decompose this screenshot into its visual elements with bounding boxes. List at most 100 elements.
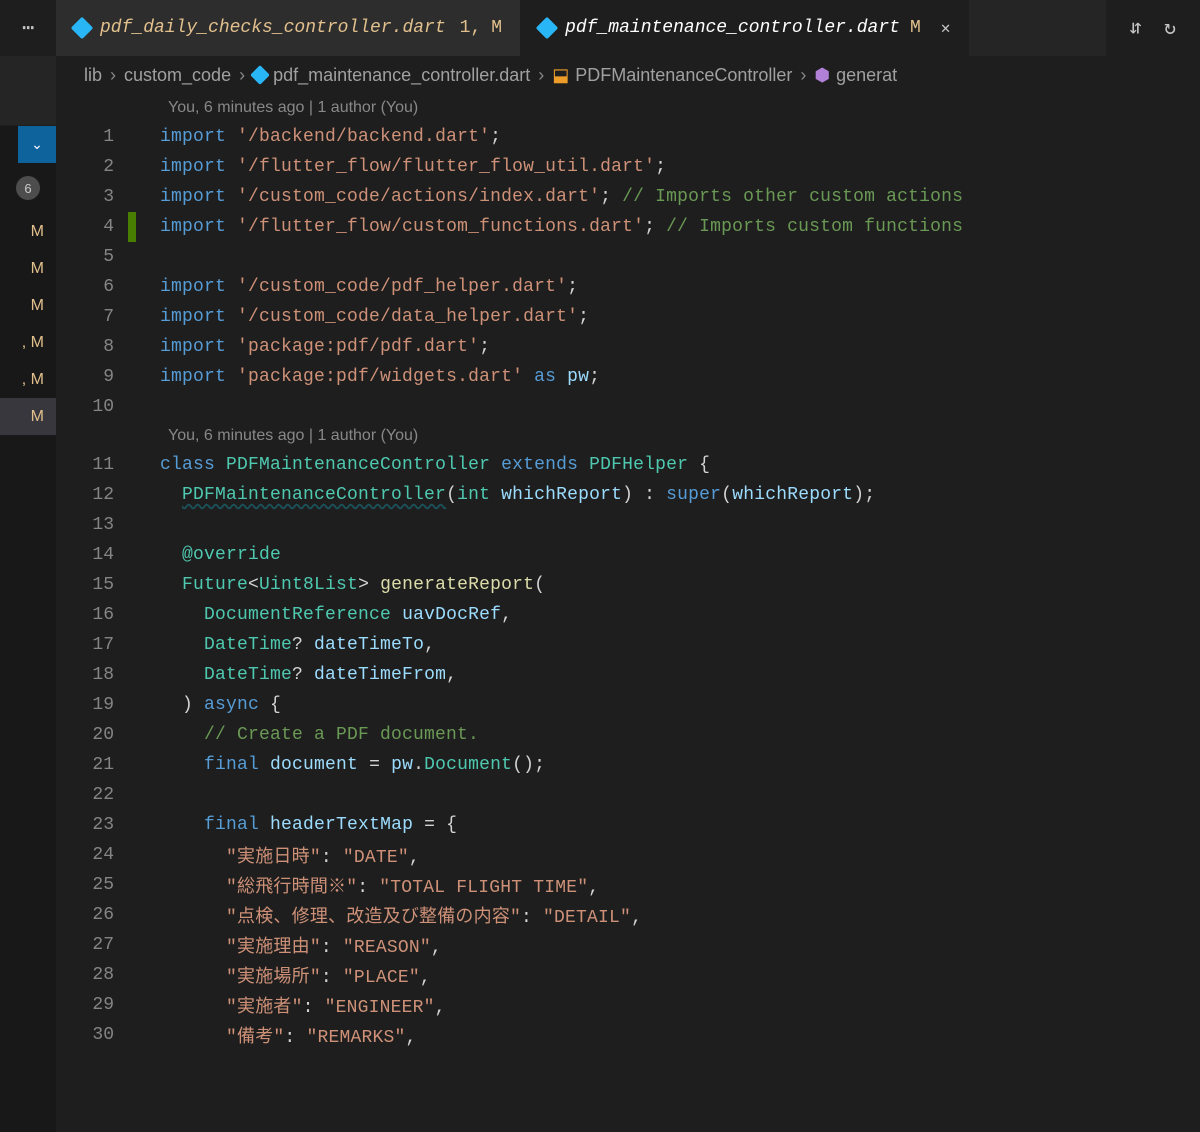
codelens-authors[interactable]: You, 6 minutes ago | 1 author (You) [56,422,1200,450]
tab-label: pdf_maintenance_controller.dart [565,18,900,38]
code-content: ) async { [136,695,281,715]
dart-file-icon [71,17,94,40]
code-line[interactable]: 1import '/backend/backend.dart'; [56,122,1200,152]
refresh-icon[interactable]: ↻ [1164,15,1176,41]
strip-modified-selected[interactable]: M [0,398,56,435]
breadcrumb-item[interactable]: lib [84,65,102,86]
code-line[interactable]: 16 DocumentReference uavDocRef, [56,600,1200,630]
line-number: 20 [56,725,128,745]
code-line[interactable]: 3import '/custom_code/actions/index.dart… [56,182,1200,212]
code-line[interactable]: 19 ) async { [56,690,1200,720]
line-number: 4 [56,217,128,237]
code-line[interactable]: 10 [56,392,1200,422]
code-line[interactable]: 9 import 'package:pdf/widgets.dart' as pw… [56,362,1200,392]
gutter-spacer [128,540,136,570]
breadcrumb: lib › custom_code › pdf_maintenance_cont… [0,56,1200,94]
code-line[interactable]: 2import '/flutter_flow/flutter_flow_util… [56,152,1200,182]
gutter-spacer [128,302,136,332]
code-line[interactable]: 18 DateTime? dateTimeFrom, [56,660,1200,690]
code-content: "実施日時": "DATE", [136,842,420,868]
line-number: 12 [56,485,128,505]
code-line[interactable]: 13 [56,510,1200,540]
code-line[interactable]: 29 "実施者": "ENGINEER", [56,990,1200,1020]
code-line[interactable]: 11class PDFMaintenanceController extends… [56,450,1200,480]
strip-modified[interactable]: M [0,287,56,324]
line-number: 27 [56,935,128,955]
gutter-spacer [128,450,136,480]
line-number: 14 [56,545,128,565]
gutter-spacer [128,510,136,540]
line-number: 19 [56,695,128,715]
code-line[interactable]: 4import '/flutter_flow/custom_functions.… [56,212,1200,242]
line-number: 18 [56,665,128,685]
strip-count-badge: 6 [16,176,40,200]
code-content: "総飛行時間※": "TOTAL FLIGHT TIME", [136,872,599,898]
code-line[interactable]: 21 final document = pw.Document(); [56,750,1200,780]
codelens-authors[interactable]: You, 6 minutes ago | 1 author (You) [56,94,1200,122]
compare-icon[interactable] [1130,15,1142,41]
tab-active[interactable]: pdf_maintenance_controller.dart M ✕ [521,0,969,56]
close-tab-icon[interactable]: ✕ [941,18,951,38]
breadcrumb-item[interactable]: custom_code [124,65,231,86]
code-line[interactable]: 15 Future<Uint8List> generateReport( [56,570,1200,600]
code-editor[interactable]: You, 6 minutes ago | 1 author (You) 1imp… [56,94,1200,1132]
code-line[interactable]: 24 "実施日時": "DATE", [56,840,1200,870]
strip-modified[interactable]: , M [0,361,56,398]
editor-actions: ↻ [1106,15,1200,41]
gutter-spacer [128,900,136,930]
strip-badge-wrap[interactable]: 6 [0,163,56,213]
code-content: import '/custom_code/actions/index.dart'… [136,187,963,207]
breadcrumb-item[interactable]: ⬓PDFMaintenanceController [552,65,792,86]
line-number: 10 [56,397,128,417]
strip-chevron[interactable]: ⌄ [0,126,56,163]
code-line[interactable]: 14 @override [56,540,1200,570]
code-content: "実施理由": "REASON", [136,932,442,958]
code-line[interactable]: 6import '/custom_code/pdf_helper.dart'; [56,272,1200,302]
line-number: 16 [56,605,128,625]
chevron-right-icon: › [110,65,116,86]
gutter-spacer [128,362,136,392]
code-line[interactable]: 20 // Create a PDF document. [56,720,1200,750]
dart-file-icon [250,65,270,85]
gutter-spacer [128,780,136,810]
code-content: DocumentReference uavDocRef, [136,605,512,625]
strip-modified[interactable]: , M [0,324,56,361]
line-number: 13 [56,515,128,535]
line-number: 30 [56,1025,128,1045]
tab-problems-count: 1, [460,18,482,38]
code-line[interactable]: 27 "実施理由": "REASON", [56,930,1200,960]
gutter-spacer [128,750,136,780]
code-line[interactable]: 22 [56,780,1200,810]
code-line[interactable]: 17 DateTime? dateTimeTo, [56,630,1200,660]
code-line[interactable]: 12 PDFMaintenanceController(int whichRep… [56,480,1200,510]
gutter-spacer [128,272,136,302]
line-number: 21 [56,755,128,775]
gutter-spacer [128,122,136,152]
gutter-spacer [128,870,136,900]
strip-modified[interactable]: M [0,213,56,250]
code-line[interactable]: 8import 'package:pdf/pdf.dart'; [56,332,1200,362]
code-line[interactable]: 30 "備考": "REMARKS", [56,1020,1200,1050]
editor-menu-icon[interactable]: ⋯ [0,15,56,41]
tab-inactive[interactable]: pdf_daily_checks_controller.dart 1, M [56,0,521,56]
gutter-spacer [128,600,136,630]
code-line[interactable]: 25 "総飛行時間※": "TOTAL FLIGHT TIME", [56,870,1200,900]
code-content: import 'package:pdf/widgets.dart' as pw; [136,367,600,387]
tab-bar: ⋯ pdf_daily_checks_controller.dart 1, M … [0,0,1200,56]
line-number: 2 [56,157,128,177]
code-line[interactable]: 7import '/custom_code/data_helper.dart'; [56,302,1200,332]
code-line[interactable]: 28 "実施場所": "PLACE", [56,960,1200,990]
code-content: "実施者": "ENGINEER", [136,992,446,1018]
method-icon: ⬢ [814,65,830,86]
code-content: import '/backend/backend.dart'; [136,127,501,147]
code-line[interactable]: 5 [56,242,1200,272]
breadcrumb-item[interactable]: pdf_maintenance_controller.dart [253,65,530,86]
gutter-modified-icon [128,212,136,242]
gutter-spacer [128,630,136,660]
code-line[interactable]: 26 "点検、修理、改造及び整備の内容": "DETAIL", [56,900,1200,930]
gutter-spacer [128,840,136,870]
line-number: 9 [56,367,128,387]
strip-modified[interactable]: M [0,250,56,287]
code-line[interactable]: 23 final headerTextMap = { [56,810,1200,840]
breadcrumb-item[interactable]: ⬢generat [814,65,897,86]
